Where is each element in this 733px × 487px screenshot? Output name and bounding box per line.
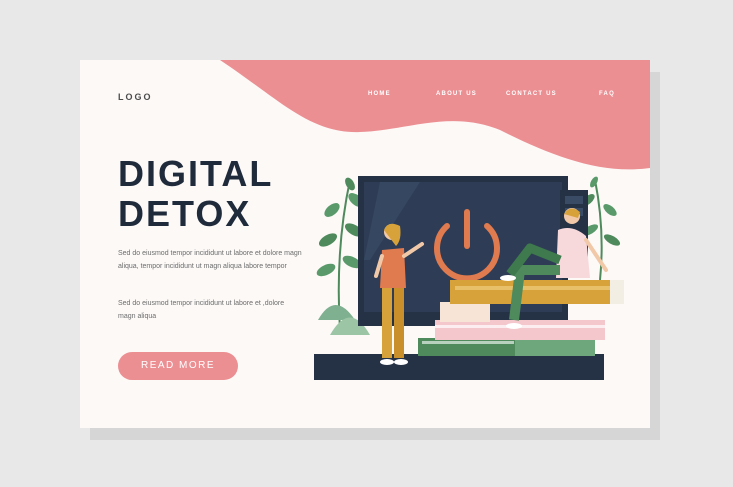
detox-illustration: [314, 176, 624, 380]
read-more-button[interactable]: READ MORE: [118, 352, 238, 380]
title-line-2: DETOX: [118, 193, 252, 234]
desk-base: [314, 354, 604, 380]
nav-about-us[interactable]: ABOUT US: [436, 91, 477, 97]
nav-contact-us[interactable]: CONTACT US: [506, 91, 557, 97]
nav-faq[interactable]: FAQ: [599, 91, 615, 97]
page-title: DIGITAL DETOX: [118, 154, 273, 234]
hero-paragraph-1: Sed do eiusmod tempor incididunt ut labo…: [118, 250, 302, 270]
title-line-1: DIGITAL: [118, 153, 274, 194]
landing-page: LOGO HOME ABOUT US CONTACT US FAQ DIGITA…: [80, 60, 650, 428]
nav-home[interactable]: HOME: [368, 91, 391, 97]
hero-paragraph-2: Sed do eiusmod tempor incididunt ut labo…: [118, 300, 285, 320]
top-nav: HOME ABOUT US CONTACT US FAQ: [80, 91, 650, 103]
